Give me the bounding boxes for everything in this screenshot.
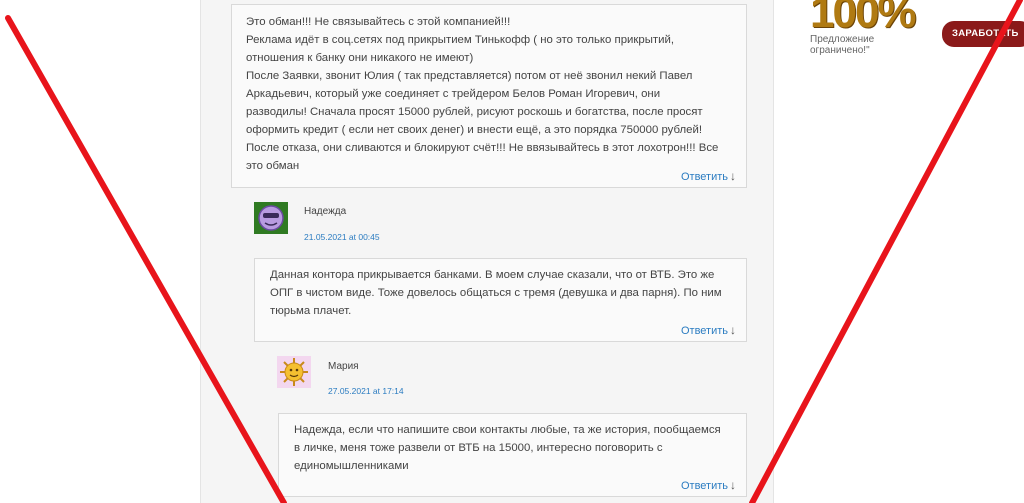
comment-box: Надежда, если что напишите свои контакты… [278,413,747,497]
purple-face-avatar-icon [254,202,288,234]
ad-earn-button[interactable]: ЗАРАБОТАТЬ [942,21,1024,47]
reply-link[interactable]: Ответить ↓ [681,478,736,492]
ad-caption-line: ограничено!" [810,45,870,56]
sun-face-avatar-icon [277,356,311,388]
reply-arrow-icon: ↓ [730,169,736,183]
avatar [254,202,288,234]
comment-text: Данная контора прикрывается банками. В м… [270,269,722,317]
ad-caption: Предложение ограничено!" [810,34,874,56]
comment-date[interactable]: 21.05.2021 at 00:45 [304,232,380,242]
ad-caption-line: Предложение [810,34,875,45]
reply-arrow-icon: ↓ [730,323,736,337]
reply-link[interactable]: Ответить ↓ [681,323,736,337]
page-background [0,0,200,503]
comment-box: Это обман!!! Не связывайтесь с этой комп… [231,4,747,188]
comment-text: Это обман!!! Не связывайтесь с этой комп… [246,16,719,172]
avatar [277,356,311,388]
ad-banner[interactable]: 100% Предложение ограничено!" ЗАРАБОТАТЬ [790,0,1024,60]
reply-link[interactable]: Ответить ↓ [681,169,736,183]
reply-label[interactable]: Ответить [681,325,728,337]
comment-text: Надежда, если что напишите свои контакты… [294,424,721,472]
author-name: Надежда [304,206,347,217]
author-name: Мария [328,361,359,372]
reply-label[interactable]: Ответить [681,171,728,183]
comment-box: Данная контора прикрывается банками. В м… [254,258,747,342]
comment-date[interactable]: 27.05.2021 at 17:14 [328,386,404,396]
ad-percent-text: 100% [810,0,917,37]
reply-label[interactable]: Ответить [681,480,728,492]
reply-arrow-icon: ↓ [730,478,736,492]
